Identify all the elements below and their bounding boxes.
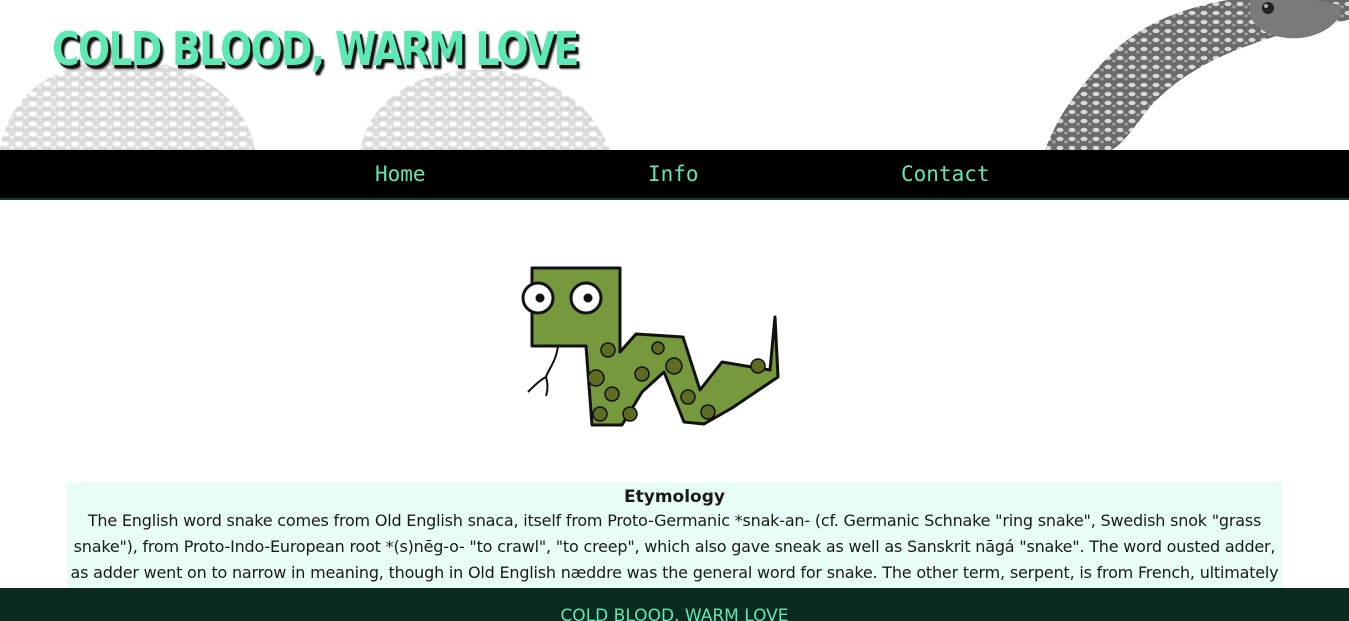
nav-home-link[interactable]: Home [375,162,426,186]
nav-info-link[interactable]: Info [648,162,699,186]
site-title: COLD BLOOD, WARM LOVE [52,22,579,76]
etymology-text: The English word snake comes from Old En… [70,511,1279,592]
etymology-title: Etymology [624,487,725,507]
nav-contact-link[interactable]: Contact [901,162,990,186]
site-footer: COLD BLOOD, WARM LOVE [0,588,1349,621]
footer-text: COLD BLOOD, WARM LOVE [560,606,789,621]
snake-illustration [518,262,780,432]
etymology-section: Etymology The English word snake comes f… [67,482,1282,592]
main-navigation: Home Info Contact [0,150,1349,200]
site-header: COLD BLOOD, WARM LOVE [0,0,1349,150]
